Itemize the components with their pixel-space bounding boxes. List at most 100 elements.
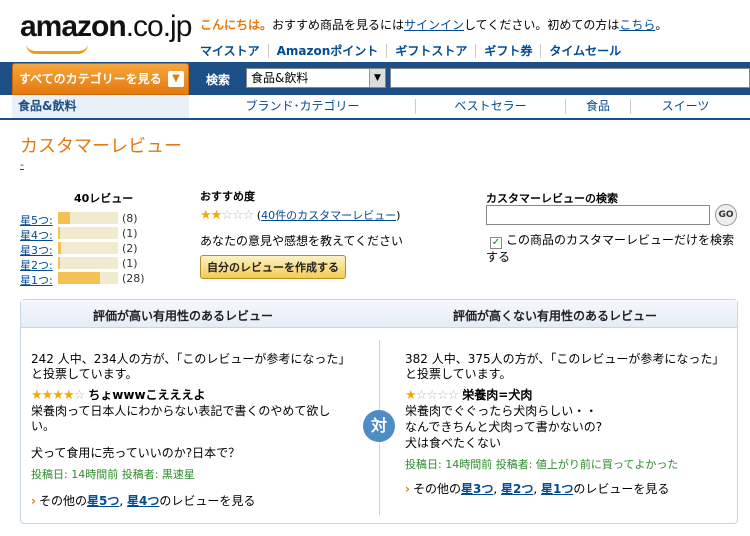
greeting-hello: こんにちは。 bbox=[200, 18, 273, 32]
greeting-end: 。 bbox=[655, 18, 668, 32]
amazon-logo[interactable]: amazon.co.jp bbox=[20, 10, 193, 44]
review-search-title: カスタマーレビューの検索 bbox=[486, 192, 618, 205]
critical-review: 382 人中、375人の方が、「このレビューが参考になった」と投票しています。 … bbox=[405, 352, 725, 497]
more-suffix: のレビューを見る bbox=[573, 482, 670, 496]
review-search-scope: ✓ この商品のカスタマーレビューだけを検索する bbox=[486, 232, 738, 265]
helpful-votes: 382 人中、375人の方が、「このレビューが参考になった」と投票しています。 bbox=[405, 352, 725, 381]
review-search: カスタマーレビューの検索 GO ✓ この商品のカスタマーレビューだけを検索する bbox=[486, 190, 746, 264]
review-meta: 投稿日: 14時間前 投稿者: 値上がり前に買ってよかった bbox=[405, 458, 679, 471]
review-comparison-panel: 評価が高い有用性のあるレビュー 評価が高くない有用性のあるレビュー 対 242 … bbox=[20, 299, 738, 524]
write-review-button[interactable]: 自分のレビューを作成する bbox=[200, 255, 346, 279]
star-rating-icon: ★★★★☆ bbox=[31, 388, 85, 403]
nav-giftstore[interactable]: ギフトストア bbox=[386, 44, 476, 58]
site-header: amazon.co.jp こんにちは。おすすめ商品を見るにはサインインしてくださ… bbox=[0, 0, 750, 64]
helpful-votes: 242 人中、234人の方が、「このレビューが参考になった」と投票しています。 bbox=[31, 352, 351, 381]
nav-timesale[interactable]: タイムセール bbox=[540, 44, 630, 58]
review-title[interactable]: 栄養肉=犬肉 bbox=[462, 388, 532, 402]
critical-review-header: 評価が高くない有用性のあるレビュー bbox=[453, 309, 658, 323]
review-search-input[interactable] bbox=[486, 205, 710, 225]
search-label: 検索 bbox=[206, 73, 231, 87]
this-product-only-checkbox[interactable]: ✓ bbox=[490, 237, 502, 249]
five-star-link[interactable]: 星5つ bbox=[87, 494, 119, 508]
average-rating-title: おすすめ度 bbox=[200, 190, 255, 203]
nav-mystore[interactable]: マイストア bbox=[200, 44, 268, 58]
star-rating-icon: ★☆☆☆☆ bbox=[405, 388, 459, 403]
select-arrow-icon: ▼ bbox=[369, 69, 385, 87]
greeting: こんにちは。おすすめ商品を見るにはサインインしてください。初めての方はこちら。 bbox=[200, 16, 667, 33]
histogram-label[interactable]: 星1つ: bbox=[20, 272, 53, 288]
new-customer-link[interactable]: こちら bbox=[619, 18, 655, 32]
more-prefix: その他の bbox=[412, 482, 461, 496]
signin-link[interactable]: サインイン bbox=[404, 18, 464, 32]
histogram-count: (2) bbox=[122, 242, 138, 255]
histogram-count: (1) bbox=[122, 227, 138, 240]
four-star-link[interactable]: 星4つ bbox=[127, 494, 159, 508]
histogram-fill bbox=[58, 272, 100, 284]
checkbox-label: この商品のカスタマーレビューだけを検索する bbox=[486, 233, 735, 264]
tab-sweets[interactable]: スイーツ bbox=[630, 99, 740, 114]
histogram-count: (28) bbox=[122, 272, 145, 285]
histogram-fill bbox=[58, 242, 61, 254]
category-subnav: 食品&飲料 ブランド･カテゴリー ベストセラー 食品 スイーツ bbox=[0, 95, 750, 120]
search-input[interactable] bbox=[390, 68, 750, 88]
logo-main-text: amazon bbox=[20, 10, 127, 43]
three-star-link[interactable]: 星3つ bbox=[461, 482, 493, 496]
logo-tld-text: .co.jp bbox=[125, 10, 193, 43]
tab-food[interactable]: 食品 bbox=[565, 99, 630, 114]
histogram-fill bbox=[58, 227, 60, 239]
rating-histogram: 40レビュー 星5つ: (8) 星4つ: (1) 星3つ: (2) 星2つ: (… bbox=[20, 190, 160, 288]
all-categories-label: すべてのカテゴリーを見る bbox=[19, 72, 162, 86]
two-star-link[interactable]: 星2つ bbox=[501, 482, 533, 496]
product-link[interactable]: - bbox=[20, 158, 24, 171]
logo-smile-icon bbox=[26, 44, 88, 54]
chevron-right-icon: › bbox=[405, 482, 410, 496]
review-count: 40レビュー bbox=[74, 192, 134, 205]
histogram-row[interactable]: 星5つ: (8) bbox=[20, 211, 160, 227]
review-body: 犬って食用に売っていいのか?日本で？ bbox=[31, 446, 241, 460]
review-title-line: ★★★★☆ ちょwwwこえええよ bbox=[31, 388, 351, 403]
subnav-current-category[interactable]: 食品&飲料 bbox=[12, 95, 189, 118]
nav-points[interactable]: Amazonポイント bbox=[267, 44, 387, 58]
histogram-bar bbox=[58, 272, 118, 284]
histogram-row[interactable]: 星1つ: (28) bbox=[20, 271, 160, 288]
positive-review-header: 評価が高い有用性のあるレビュー bbox=[93, 309, 274, 323]
review-body: 犬は食べたくない bbox=[405, 436, 502, 450]
review-title[interactable]: ちょwwwこえええよ bbox=[88, 388, 205, 402]
separator: , bbox=[493, 482, 501, 496]
versus-badge: 対 bbox=[363, 410, 395, 442]
histogram-fill bbox=[58, 257, 60, 269]
separator: , bbox=[119, 494, 127, 508]
top-nav: マイストア Amazonポイント ギフトストア ギフト券 タイムセール bbox=[200, 42, 630, 59]
more-reviews: › その他の星5つ, 星4つのレビューを見る bbox=[31, 494, 351, 509]
all-reviews-link[interactable]: 40件のカスタマーレビュー bbox=[261, 209, 396, 222]
chevron-right-icon: › bbox=[31, 494, 36, 508]
search-category-value: 食品&飲料 bbox=[251, 71, 309, 85]
go-button[interactable]: GO bbox=[715, 204, 737, 226]
search-category-select[interactable]: 食品&飲料 ▼ bbox=[246, 68, 386, 88]
separator: , bbox=[533, 482, 541, 496]
more-reviews: › その他の星3つ, 星2つ, 星1つのレビューを見る bbox=[405, 482, 725, 497]
histogram-row[interactable]: 星4つ: (1) bbox=[20, 226, 160, 242]
page-title: カスタマーレビュー bbox=[20, 136, 182, 156]
all-categories-button[interactable]: すべてのカテゴリーを見る ▼ bbox=[12, 63, 189, 95]
tab-bestseller[interactable]: ベストセラー bbox=[415, 99, 565, 114]
average-rating-line: ★★☆☆☆ (40件のカスタマーレビュー) bbox=[200, 208, 401, 223]
chevron-down-icon: ▼ bbox=[168, 71, 184, 87]
more-prefix: その他の bbox=[38, 494, 87, 508]
histogram-row[interactable]: 星2つ: (1) bbox=[20, 256, 160, 272]
tab-brand-category[interactable]: ブランド･カテゴリー bbox=[190, 99, 415, 114]
histogram-bar bbox=[58, 242, 118, 254]
greeting-text: おすすめ商品を見るには bbox=[272, 18, 405, 32]
histogram-row[interactable]: 星3つ: (2) bbox=[20, 241, 160, 257]
review-body: なんできちんと犬肉って書かないの? bbox=[405, 420, 603, 434]
one-star-link[interactable]: 星1つ bbox=[541, 482, 573, 496]
star-rating-icon: ★★☆☆☆ bbox=[200, 208, 254, 223]
histogram-bar bbox=[58, 257, 118, 269]
histogram-bar bbox=[58, 227, 118, 239]
more-suffix: のレビューを見る bbox=[159, 494, 256, 508]
histogram-fill bbox=[58, 212, 70, 224]
greeting-text2: してください。初めての方は bbox=[464, 18, 620, 32]
review-meta: 投稿日: 14時間前 投稿者: 黒速星 bbox=[31, 468, 195, 481]
write-prompt: あなたの意見や感想を教えてください bbox=[200, 234, 404, 248]
nav-giftcard[interactable]: ギフト券 bbox=[475, 44, 541, 58]
